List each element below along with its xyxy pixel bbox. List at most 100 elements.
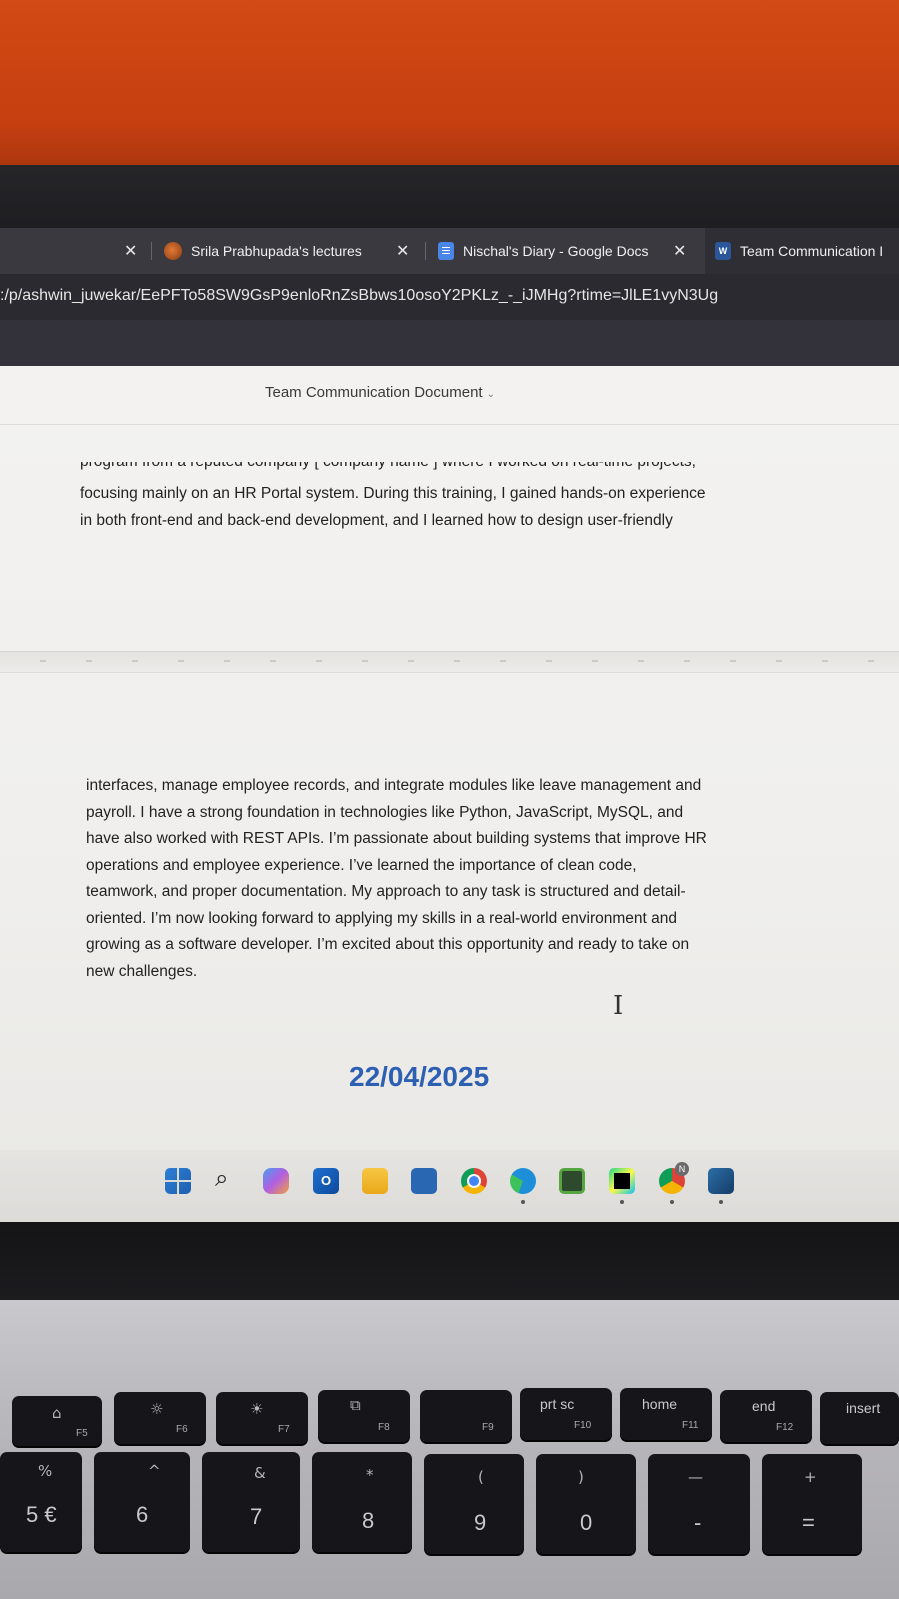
tool-app-icon[interactable]	[708, 1168, 734, 1194]
chevron-down-icon: ⌄	[486, 389, 495, 400]
document-title: Team Communication Document	[265, 384, 483, 401]
fn-label: F8	[378, 1422, 390, 1433]
key-shift-label: ^	[148, 1462, 161, 1480]
key-label: prt sc	[540, 1396, 575, 1412]
page-break-marks	[0, 660, 899, 662]
text-line: new challenges.	[86, 962, 198, 980]
text-cursor-icon: I	[613, 991, 624, 1021]
windows-taskbar: ⌕ O N	[0, 1150, 899, 1222]
tab-srila-lectures[interactable]: Srila Prabhupada's lectures	[164, 228, 362, 274]
page1-paragraph[interactable]: focusing mainly on an HR Portal system. …	[80, 481, 706, 534]
fn-label: F9	[482, 1422, 494, 1433]
key-shift-label: &	[254, 1464, 266, 1482]
text-line: oriented. I’m now looking forward to app…	[86, 909, 677, 927]
key-label: 0	[580, 1510, 593, 1535]
chrome-profile-icon[interactable]: N	[659, 1162, 689, 1194]
fn-label: F7	[278, 1424, 290, 1435]
document-date[interactable]: 22/04/2025	[349, 1061, 489, 1093]
brightness-up-icon: ☀	[250, 1400, 264, 1418]
key-shift-label: %	[38, 1462, 53, 1480]
key-insert[interactable]: insert	[820, 1392, 899, 1444]
outlook-icon[interactable]: O	[313, 1168, 339, 1194]
key-label: end	[752, 1398, 776, 1414]
key-label: =	[802, 1510, 815, 1535]
address-bar[interactable]: :/p/ashwin_juwekar/EePFTo58SW9GsP9enloRn…	[0, 274, 899, 320]
search-icon[interactable]: ⌕	[215, 1164, 241, 1192]
url-text[interactable]: :/p/ashwin_juwekar/EePFTo58SW9GsP9enloRn…	[0, 287, 718, 305]
running-indicator	[719, 1200, 723, 1204]
running-indicator	[521, 1200, 525, 1204]
key-equals[interactable]: + =	[762, 1454, 862, 1554]
page2-paragraph[interactable]: interfaces, manage employee records, and…	[86, 773, 707, 985]
edge-icon[interactable]	[510, 1168, 536, 1194]
key-f9[interactable]: F9	[420, 1390, 512, 1442]
key-0[interactable]: ) 0	[536, 1454, 636, 1554]
key-f6[interactable]: ☼ F6	[114, 1392, 206, 1444]
app-ribbon	[0, 320, 899, 366]
keyboard-deck: ⌂ F5 ☼ F6 ☀ F7 ⧉ F8 F9 prt sc F10 home F…	[0, 1300, 899, 1599]
key-label: -	[694, 1510, 702, 1535]
tab-team-communication[interactable]: W Team Communication I	[705, 228, 899, 274]
key-label: 7	[250, 1504, 263, 1529]
text-line: focusing mainly on an HR Portal system. …	[80, 485, 706, 502]
key-f8[interactable]: ⧉ F8	[318, 1390, 410, 1442]
key-label: 9	[474, 1510, 487, 1535]
key-minus[interactable]: — -	[648, 1454, 750, 1554]
word-icon: W	[715, 242, 731, 260]
close-tab-icon[interactable]: ✕	[396, 241, 409, 260]
windows-start-icon[interactable]	[165, 1168, 191, 1194]
key-print-screen[interactable]: prt sc F10	[520, 1388, 612, 1440]
background-wall	[0, 0, 899, 175]
key-end[interactable]: end F12	[720, 1390, 812, 1442]
brightness-icon: ⌂	[52, 1404, 62, 1422]
fn-label: F6	[176, 1424, 188, 1435]
text-line: have also worked with REST APIs. I’m pas…	[86, 830, 707, 847]
key-8[interactable]: * 8	[312, 1452, 412, 1552]
fn-label: F5	[76, 1428, 88, 1439]
key-shift-label: )	[578, 1468, 584, 1486]
google-docs-icon	[438, 242, 454, 260]
srila-favicon-icon	[164, 242, 182, 260]
fn-label: F12	[776, 1422, 794, 1433]
key-7[interactable]: & 7	[202, 1452, 300, 1552]
pycharm-icon[interactable]	[609, 1168, 635, 1194]
close-tab-icon[interactable]: ✕	[673, 241, 686, 260]
key-f5[interactable]: ⌂ F5	[12, 1396, 102, 1446]
tab-separator	[425, 242, 426, 260]
text-line: payroll. I have a strong foundation in t…	[86, 803, 684, 821]
tab-label: Srila Prabhupada's lectures	[191, 243, 362, 259]
display-switch-icon: ⧉	[350, 1396, 361, 1414]
key-shift-label: *	[366, 1466, 374, 1484]
key-shift-label: +	[804, 1468, 817, 1486]
chip-app-icon[interactable]	[559, 1168, 585, 1194]
key-shift-label: —	[688, 1468, 703, 1486]
key-label: home	[642, 1396, 678, 1412]
fn-label: F10	[574, 1420, 592, 1431]
screen-bezel-top	[0, 165, 899, 353]
tab-separator	[151, 242, 152, 260]
profile-badge: N	[675, 1162, 689, 1176]
close-tab-icon[interactable]: ✕	[124, 241, 137, 260]
chrome-icon[interactable]	[461, 1168, 487, 1194]
file-explorer-icon[interactable]	[362, 1168, 388, 1194]
key-label: 5 €	[26, 1502, 57, 1527]
key-label: 6	[136, 1502, 149, 1527]
key-home[interactable]: home F11	[620, 1388, 712, 1440]
document-title-button[interactable]: Team Communication Document ⌄	[265, 384, 495, 401]
key-label: 8	[362, 1508, 375, 1533]
partial-text-line: program from a reputed company [ company…	[80, 462, 740, 472]
key-f7[interactable]: ☀ F7	[216, 1392, 308, 1444]
partial-line-text: program from a reputed company [ company…	[80, 462, 740, 471]
running-indicator	[620, 1200, 624, 1204]
tab-nischal-diary[interactable]: Nischal's Diary - Google Docs	[438, 228, 649, 274]
divider	[0, 424, 899, 425]
copilot-icon[interactable]	[263, 1168, 289, 1194]
key-5[interactable]: % 5 €	[0, 1452, 82, 1552]
store-icon[interactable]	[411, 1168, 437, 1194]
key-9[interactable]: ( 9	[424, 1454, 524, 1554]
tab-label: Nischal's Diary - Google Docs	[463, 243, 649, 259]
text-line: interfaces, manage employee records, and…	[86, 777, 702, 794]
browser-tab-bar: ✕ Srila Prabhupada's lectures ✕ Nischal'…	[0, 228, 899, 274]
key-6[interactable]: ^ 6	[94, 1452, 190, 1552]
key-shift-label: (	[478, 1468, 484, 1486]
